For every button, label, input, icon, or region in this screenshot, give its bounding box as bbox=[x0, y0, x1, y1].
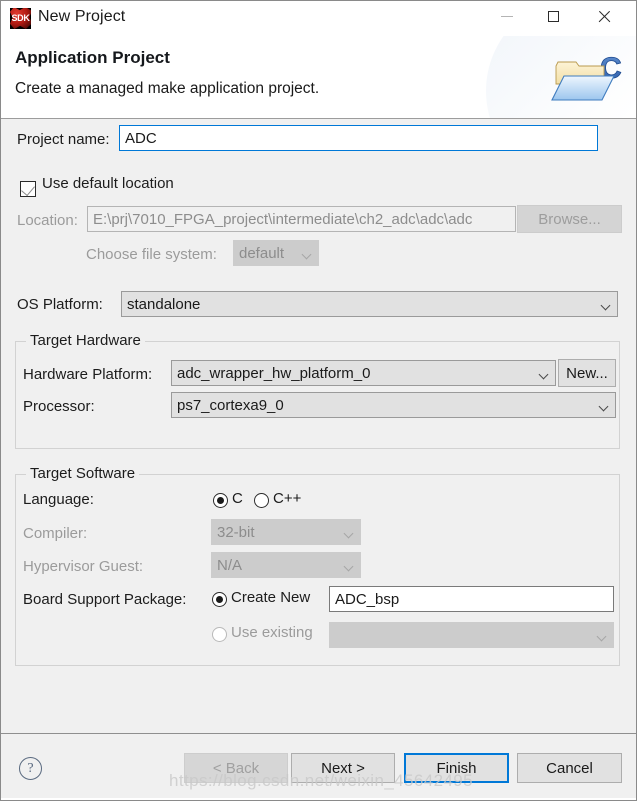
sdk-app-icon: SDK bbox=[10, 8, 31, 29]
sdk-icon-label: SDK bbox=[11, 13, 30, 23]
page-description: Create a managed make application projec… bbox=[15, 80, 320, 97]
window-title: New Project bbox=[38, 8, 126, 25]
choose-file-system-label: Choose file system: bbox=[86, 246, 217, 263]
close-icon bbox=[597, 10, 611, 24]
bsp-existing-combo[interactable] bbox=[329, 622, 614, 648]
title-bar: SDK New Project bbox=[1, 1, 636, 36]
checkmark-icon bbox=[21, 181, 35, 197]
os-platform-label: OS Platform: bbox=[17, 296, 103, 313]
project-name-input[interactable]: ADC bbox=[119, 125, 598, 151]
chevron-down-icon bbox=[345, 530, 353, 535]
location-input[interactable]: E:\prj\7010_FPGA_project\intermediate\ch… bbox=[87, 206, 516, 232]
next-button[interactable]: Next > bbox=[291, 753, 395, 783]
language-radio-c[interactable] bbox=[213, 493, 228, 508]
use-default-location-checkbox[interactable] bbox=[20, 181, 36, 197]
language-option-c-label: C bbox=[232, 490, 243, 507]
compiler-combo[interactable]: 32-bit bbox=[211, 519, 361, 545]
bsp-use-existing-radio[interactable] bbox=[212, 627, 227, 642]
finish-button[interactable]: Finish bbox=[404, 753, 509, 783]
hypervisor-guest-combo[interactable]: N/A bbox=[211, 552, 361, 578]
cancel-button[interactable]: Cancel bbox=[517, 753, 622, 783]
page-title: Application Project bbox=[15, 48, 170, 67]
language-radio-cpp[interactable] bbox=[254, 493, 269, 508]
bsp-use-existing-label: Use existing bbox=[231, 624, 313, 641]
wizard-banner: Application Project Create a managed mak… bbox=[1, 36, 636, 119]
browse-button[interactable]: Browse... bbox=[517, 205, 622, 233]
target-software-group-title: Target Software bbox=[26, 465, 140, 482]
location-label: Location: bbox=[17, 212, 78, 229]
chevron-down-icon bbox=[303, 251, 311, 256]
maximize-icon bbox=[547, 11, 559, 22]
minimize-button[interactable] bbox=[484, 1, 530, 32]
target-hardware-group-title: Target Hardware bbox=[26, 332, 145, 349]
hardware-platform-combo-value: adc_wrapper_hw_platform_0 bbox=[177, 365, 371, 382]
processor-label: Processor: bbox=[23, 398, 95, 415]
close-button[interactable] bbox=[581, 1, 627, 32]
chevron-down-icon bbox=[602, 302, 610, 307]
chevron-down-icon bbox=[540, 371, 548, 376]
os-platform-combo-value: standalone bbox=[127, 296, 201, 313]
language-label: Language: bbox=[23, 491, 94, 508]
chevron-down-icon bbox=[600, 403, 608, 408]
project-name-label: Project name: bbox=[17, 131, 110, 148]
compiler-combo-value: 32-bit bbox=[217, 524, 255, 541]
chevron-down-icon bbox=[598, 633, 606, 638]
file-system-combo-value: default bbox=[239, 245, 285, 262]
hypervisor-guest-label: Hypervisor Guest: bbox=[23, 558, 144, 575]
bsp-create-new-label: Create New bbox=[231, 589, 311, 606]
processor-combo[interactable]: ps7_cortexa9_0 bbox=[171, 392, 616, 418]
folder-c-icon: C bbox=[551, 52, 622, 101]
minimize-icon bbox=[501, 16, 513, 17]
use-default-location-label: Use default location bbox=[42, 175, 174, 192]
hardware-platform-label: Hardware Platform: bbox=[23, 366, 153, 383]
maximize-button[interactable] bbox=[530, 1, 576, 32]
new-hardware-platform-button[interactable]: New... bbox=[558, 359, 616, 387]
processor-combo-value: ps7_cortexa9_0 bbox=[177, 397, 284, 414]
bsp-name-input[interactable]: ADC_bsp bbox=[329, 586, 614, 612]
help-icon[interactable]: ? bbox=[19, 757, 42, 780]
hypervisor-guest-combo-value: N/A bbox=[217, 557, 243, 574]
chevron-down-icon bbox=[345, 563, 353, 568]
bsp-create-new-radio[interactable] bbox=[212, 592, 227, 607]
bsp-label: Board Support Package: bbox=[23, 591, 187, 608]
file-system-combo[interactable]: default bbox=[233, 240, 319, 266]
os-platform-combo[interactable]: standalone bbox=[121, 291, 618, 317]
form-body: Project name: ADC Use default location L… bbox=[1, 119, 636, 734]
back-button[interactable]: < Back bbox=[184, 753, 288, 783]
language-option-cpp-label: C++ bbox=[273, 490, 302, 507]
compiler-label: Compiler: bbox=[23, 525, 88, 542]
new-project-dialog: SDK New Project Application Project Crea… bbox=[0, 0, 637, 801]
hardware-platform-combo[interactable]: adc_wrapper_hw_platform_0 bbox=[171, 360, 556, 386]
